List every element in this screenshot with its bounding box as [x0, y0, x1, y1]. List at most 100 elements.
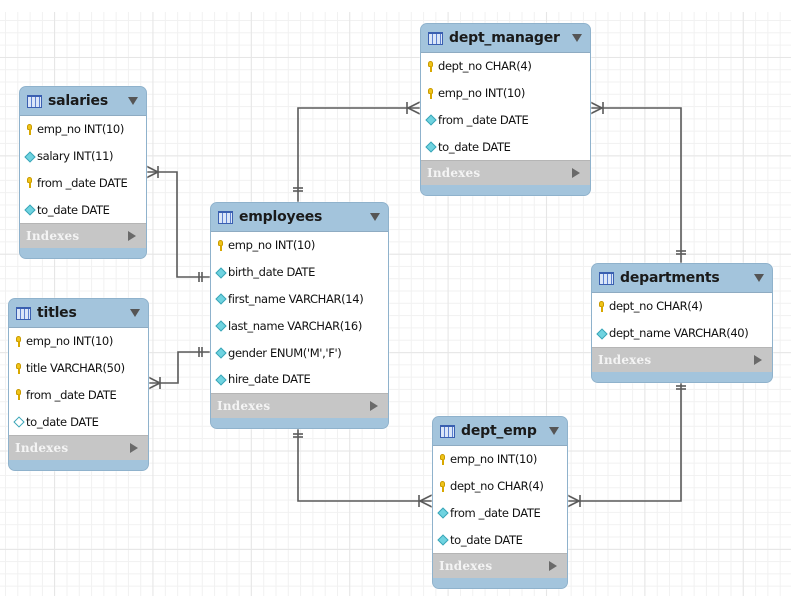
column-icon [426, 141, 435, 152]
table-employees[interactable]: employees emp_no INT(10) birth_date DATE… [210, 202, 389, 429]
column-row[interactable]: emp_no INT(10) [9, 328, 148, 355]
indexes-section[interactable]: Indexes [433, 553, 567, 579]
column-icon [216, 347, 225, 358]
column-row[interactable]: emp_no INT(10) [433, 446, 567, 473]
column-icon [216, 374, 225, 385]
column-row[interactable]: dept_no CHAR(4) [433, 473, 567, 500]
column-row[interactable]: from _date DATE [421, 107, 590, 134]
column-label: to_date DATE [37, 202, 110, 217]
column-label: from _date DATE [438, 112, 529, 127]
table-header[interactable]: departments [592, 264, 772, 293]
column-row[interactable]: from _date DATE [20, 170, 146, 197]
column-row[interactable]: to_date DATE [433, 526, 567, 553]
column-label: to_date DATE [450, 532, 523, 547]
column-row[interactable]: first_name VARCHAR(14) [211, 286, 388, 313]
column-row[interactable]: gender ENUM('M','F') [211, 339, 388, 366]
column-icon [25, 204, 34, 215]
column-label: emp_no INT(10) [26, 334, 114, 349]
column-row[interactable]: title VARCHAR(50) [9, 355, 148, 382]
column-label: hire_date DATE [228, 372, 311, 387]
column-label: salary INT(11) [37, 149, 114, 164]
column-label: first_name VARCHAR(14) [228, 291, 364, 306]
column-label: to_date DATE [438, 139, 511, 154]
table-header[interactable]: dept_emp [433, 417, 567, 446]
column-row[interactable]: emp_no INT(10) [421, 80, 590, 107]
primary-key-icon [597, 300, 606, 312]
column-label: dept_no CHAR(4) [450, 479, 544, 494]
column-row[interactable]: dept_no CHAR(4) [592, 293, 772, 320]
column-row[interactable]: from _date DATE [9, 382, 148, 409]
relationship-employees-dept_manager[interactable] [293, 101, 421, 202]
column-list: dept_no CHAR(4) emp_no INT(10) from _dat… [421, 53, 590, 161]
nullable-column-icon [14, 416, 23, 427]
primary-key-icon [14, 362, 23, 374]
column-row[interactable]: to_date DATE [9, 408, 148, 435]
column-icon [25, 151, 34, 162]
relationship-employees-dept_emp[interactable] [293, 428, 433, 508]
table-header[interactable]: employees [211, 203, 388, 232]
primary-key-icon [426, 60, 435, 72]
table-icon [440, 424, 455, 438]
column-label: title VARCHAR(50) [26, 361, 125, 376]
table-salaries[interactable]: salaries emp_no INT(10) salary INT(11) f… [19, 86, 147, 260]
indexes-section[interactable]: Indexes [211, 392, 388, 418]
column-list: emp_no INT(10) title VARCHAR(50) from _d… [9, 328, 148, 436]
relationship-departments-dept_emp[interactable] [566, 381, 686, 508]
relationship-employees-titles[interactable] [147, 347, 210, 390]
column-icon [216, 320, 225, 331]
column-row[interactable]: salary INT(11) [20, 143, 146, 170]
table-titles[interactable]: titles emp_no INT(10) title VARCHAR(50) … [8, 298, 149, 472]
primary-key-icon [25, 123, 34, 135]
table-icon [599, 271, 614, 285]
collapse-arrow-icon[interactable] [128, 97, 138, 105]
table-departments[interactable]: departments dept_no CHAR(4) dept_name VA… [591, 263, 773, 383]
collapse-arrow-icon[interactable] [130, 309, 140, 317]
expand-arrow-icon[interactable] [549, 561, 557, 572]
table-footer [433, 578, 567, 589]
column-row[interactable]: to_date DATE [421, 133, 590, 160]
table-header[interactable]: dept_manager [421, 24, 590, 53]
table-icon [218, 210, 233, 224]
column-row[interactable]: emp_no INT(10) [20, 116, 146, 143]
indexes-label: Indexes [15, 441, 69, 456]
table-icon [428, 31, 443, 45]
expand-arrow-icon[interactable] [130, 443, 138, 454]
indexes-section[interactable]: Indexes [592, 346, 772, 372]
indexes-section[interactable]: Indexes [9, 435, 148, 461]
collapse-arrow-icon[interactable] [549, 427, 559, 435]
indexes-section[interactable]: Indexes [421, 160, 590, 186]
column-row[interactable]: birth_date DATE [211, 259, 388, 286]
primary-key-icon [14, 389, 23, 401]
collapse-arrow-icon[interactable] [572, 34, 582, 42]
expand-arrow-icon[interactable] [370, 400, 378, 411]
table-dept_emp[interactable]: dept_emp emp_no INT(10) dept_no CHAR(4) … [432, 416, 568, 590]
primary-key-icon [426, 87, 435, 99]
column-label: from _date DATE [450, 505, 541, 520]
column-list: emp_no INT(10) birth_date DATE first_nam… [211, 232, 388, 393]
column-row[interactable]: hire_date DATE [211, 366, 388, 393]
relationship-employees-salaries[interactable] [145, 165, 210, 282]
table-name: employees [239, 209, 323, 225]
column-row[interactable]: last_name VARCHAR(16) [211, 312, 388, 339]
column-label: dept_no CHAR(4) [609, 299, 703, 314]
column-label: to_date DATE [26, 414, 99, 429]
column-row[interactable]: to_date DATE [20, 196, 146, 223]
relationship-departments-dept_manager[interactable] [589, 101, 686, 263]
expand-arrow-icon[interactable] [754, 354, 762, 365]
column-row[interactable]: dept_no CHAR(4) [421, 53, 590, 80]
expand-arrow-icon[interactable] [572, 168, 580, 179]
indexes-section[interactable]: Indexes [20, 223, 146, 249]
column-row[interactable]: emp_no INT(10) [211, 232, 388, 259]
column-row[interactable]: from _date DATE [433, 500, 567, 527]
collapse-arrow-icon[interactable] [754, 274, 764, 282]
column-icon [438, 507, 447, 518]
expand-arrow-icon[interactable] [128, 231, 136, 242]
table-header[interactable]: salaries [20, 87, 146, 116]
collapse-arrow-icon[interactable] [370, 213, 380, 221]
table-header[interactable]: titles [9, 299, 148, 328]
table-dept_manager[interactable]: dept_manager dept_no CHAR(4) emp_no INT(… [420, 23, 591, 197]
primary-key-icon [438, 453, 447, 465]
table-footer [9, 460, 148, 471]
column-row[interactable]: dept_name VARCHAR(40) [592, 320, 772, 347]
primary-key-icon [438, 480, 447, 492]
